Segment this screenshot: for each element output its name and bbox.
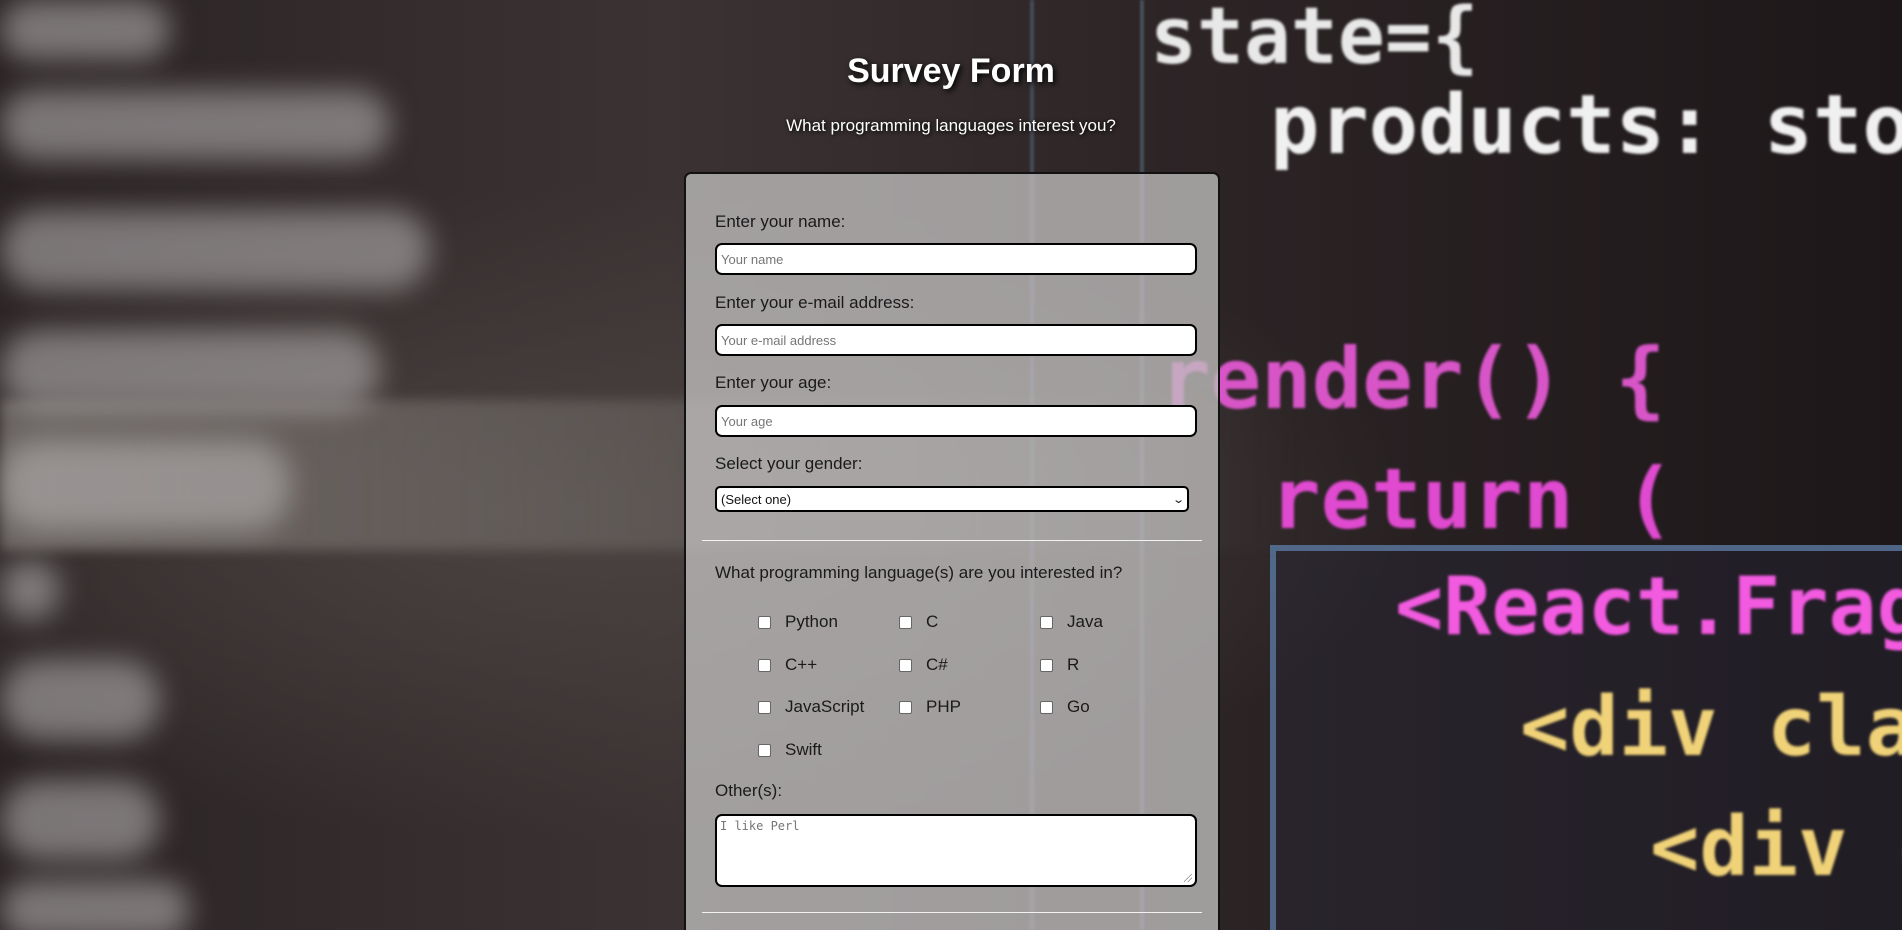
checkbox-box[interactable] — [758, 658, 771, 672]
checkbox-label: C — [926, 612, 939, 631]
checkbox-box[interactable] — [758, 700, 771, 714]
checkbox-label: Python — [785, 612, 838, 631]
name-label: Enter your name: — [715, 212, 846, 231]
checkbox-swift[interactable]: Swift — [758, 740, 822, 760]
languages-question: What programming language(s) are you int… — [715, 563, 1123, 582]
checkbox-label: PHP — [926, 697, 961, 716]
page-content: Survey Form What programming languages i… — [0, 0, 1902, 930]
checkbox-box[interactable] — [758, 743, 771, 757]
checkbox-box[interactable] — [899, 658, 912, 672]
checkbox-label: Java — [1067, 612, 1103, 631]
checkbox-label: JavaScript — [785, 697, 865, 716]
gender-select-value: (Select one) — [721, 491, 792, 507]
age-input[interactable] — [715, 405, 1197, 437]
checkbox-csharp[interactable]: C# — [899, 655, 948, 675]
checkbox-box[interactable] — [1040, 615, 1053, 629]
email-label: Enter your e-mail address: — [715, 293, 915, 312]
checkbox-box[interactable] — [758, 615, 771, 629]
page-title: Survey Form — [847, 52, 1055, 90]
name-input[interactable] — [715, 243, 1197, 275]
age-label: Enter your age: — [715, 373, 832, 392]
gender-label: Select your gender: — [715, 454, 863, 473]
checkbox-javascript[interactable]: JavaScript — [758, 697, 864, 717]
checkbox-python[interactable]: Python — [758, 612, 838, 632]
checkbox-box[interactable] — [1040, 658, 1053, 672]
survey-form: Enter your name: Enter your e-mail addre… — [684, 172, 1220, 930]
checkbox-cpp[interactable]: C++ — [758, 655, 817, 675]
resize-handle-icon[interactable] — [1184, 874, 1192, 882]
checkbox-label: Swift — [785, 740, 822, 759]
checkbox-c[interactable]: C — [899, 612, 938, 632]
checkbox-label: R — [1067, 655, 1080, 674]
checkbox-label: Go — [1067, 697, 1090, 716]
checkbox-box[interactable] — [899, 615, 912, 629]
section-divider — [702, 540, 1202, 541]
checkbox-php[interactable]: PHP — [899, 697, 961, 717]
checkbox-box[interactable] — [1040, 700, 1053, 714]
page-description: What programming languages interest you? — [786, 116, 1116, 135]
chevron-down-icon: ⌄ — [1171, 493, 1185, 506]
others-label: Other(s): — [715, 781, 783, 800]
checkbox-label: C++ — [785, 655, 818, 674]
section-divider — [702, 912, 1202, 913]
checkbox-go[interactable]: Go — [1040, 697, 1090, 717]
checkbox-box[interactable] — [899, 700, 912, 714]
checkbox-r[interactable]: R — [1040, 655, 1079, 675]
checkbox-java[interactable]: Java — [1040, 612, 1103, 632]
gender-select[interactable]: (Select one) ⌄ — [715, 486, 1189, 512]
others-placeholder: I like Perl — [720, 819, 800, 833]
checkbox-label: C# — [926, 655, 948, 674]
others-textarea[interactable]: I like Perl — [715, 814, 1197, 887]
email-input[interactable] — [715, 324, 1197, 356]
